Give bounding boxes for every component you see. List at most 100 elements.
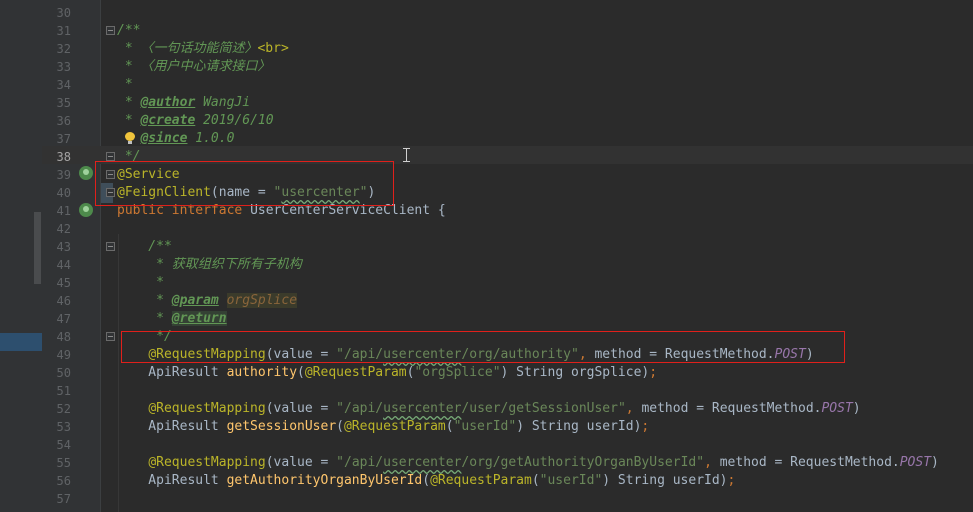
line-number: 46 <box>56 294 71 308</box>
code-token: ) String orgSplice) <box>500 365 650 380</box>
code-line[interactable]: 57 <box>0 490 973 508</box>
code-text[interactable]: * @author WangJi <box>117 94 250 112</box>
code-token: ) String userId) <box>602 473 728 488</box>
code-line[interactable]: 37 @since 1.0.0 <box>0 130 973 148</box>
code-token: "userId" <box>539 473 603 488</box>
code-text[interactable]: * <box>117 274 164 292</box>
code-token: * <box>117 293 172 308</box>
code-text[interactable]: ApiResult getAuthorityOrganByUserId(@Req… <box>117 472 735 490</box>
code-token: (value = <box>265 401 337 416</box>
code-line[interactable]: 34 * <box>0 76 973 94</box>
code-token: POST <box>821 401 853 416</box>
code-line[interactable]: 53 ApiResult getSessionUser(@RequestPara… <box>0 418 973 436</box>
line-number: 54 <box>56 438 71 452</box>
line-number: 50 <box>56 366 71 380</box>
code-text[interactable]: @RequestMapping(value = "/api/usercenter… <box>117 400 860 418</box>
code-text[interactable]: @RequestMapping(value = "/api/usercenter… <box>117 454 939 472</box>
code-token: "orgSplice" <box>414 365 501 380</box>
code-token: @RequestParam <box>304 365 407 380</box>
code-token: * <box>117 95 141 110</box>
code-text[interactable]: * 〈一句话功能简述〉<br> <box>117 40 289 58</box>
code-token: * 获取组织下所有子机构 <box>117 257 302 272</box>
code-line[interactable]: 32 * 〈一句话功能简述〉<br> <box>0 40 973 58</box>
code-token: ( <box>336 419 344 434</box>
code-text[interactable]: ApiResult authority(@RequestParam("orgSp… <box>117 364 657 382</box>
code-line[interactable]: 50 ApiResult authority(@RequestParam("or… <box>0 364 973 382</box>
code-line[interactable]: 54 <box>0 436 973 454</box>
line-number: 39 <box>56 168 71 182</box>
code-token: "/api/ <box>336 401 384 416</box>
code-line[interactable]: 42 <box>0 220 973 238</box>
fold-icon[interactable] <box>106 242 115 251</box>
code-token: , <box>704 455 720 470</box>
code-token: method = RequestMethod. <box>641 401 822 416</box>
line-number: 43 <box>56 240 71 254</box>
code-token: usercenter <box>383 401 462 416</box>
code-token: (value = <box>265 455 337 470</box>
code-token: /** <box>117 239 172 254</box>
code-token: * <box>117 311 172 326</box>
code-token: POST <box>899 455 932 470</box>
code-text[interactable]: /** <box>117 238 172 256</box>
code-text[interactable]: * 〈用户中心请求接口〉 <box>117 58 271 76</box>
line-number: 38 <box>56 150 71 164</box>
code-line[interactable]: 56 ApiResult getAuthorityOrganByUserId(@… <box>0 472 973 490</box>
code-line[interactable]: 30 <box>0 4 973 22</box>
code-token: ( <box>531 473 540 488</box>
code-line[interactable]: 44 * 获取组织下所有子机构 <box>0 256 973 274</box>
code-text[interactable]: * @return <box>117 310 227 328</box>
line-number: 45 <box>56 276 71 290</box>
fold-icon[interactable] <box>106 152 115 161</box>
code-text[interactable]: ApiResult getSessionUser(@RequestParam("… <box>117 418 649 436</box>
code-token: ; <box>649 365 658 380</box>
line-number: 55 <box>56 456 71 470</box>
code-line[interactable]: 31 /** <box>0 22 973 40</box>
code-text[interactable]: * 获取组织下所有子机构 <box>117 256 302 274</box>
code-line[interactable]: 52 @RequestMapping(value = "/api/usercen… <box>0 400 973 418</box>
code-line[interactable]: 45 * <box>0 274 973 292</box>
code-token: ) String userId) <box>516 419 642 434</box>
code-token: @param <box>171 293 219 308</box>
code-token: @RequestMapping <box>148 401 266 416</box>
code-line[interactable]: 43 /** <box>0 238 973 256</box>
code-token: getSessionUser <box>226 419 337 434</box>
code-token: usercenter <box>383 455 462 470</box>
code-text[interactable]: * @param orgSplice <box>117 292 298 310</box>
code-text[interactable]: /** <box>117 22 140 40</box>
line-number: 32 <box>56 42 71 56</box>
code-token: 1.0.0 <box>187 131 235 146</box>
code-line[interactable]: 35 * @author WangJi <box>0 94 973 112</box>
code-text[interactable]: * <box>117 76 133 94</box>
interface-implemented-icon[interactable] <box>79 203 93 217</box>
line-number: 31 <box>56 24 71 38</box>
code-line[interactable]: 46 * @param orgSplice <box>0 292 973 310</box>
code-token: /org/getAuthorityOrganByUserId" <box>461 455 705 470</box>
intention-bulb-icon[interactable] <box>125 132 135 144</box>
code-line[interactable]: 36 * @create 2019/6/10 <box>0 112 973 130</box>
line-number: 57 <box>56 492 71 506</box>
fold-icon[interactable] <box>106 332 115 341</box>
line-number: 56 <box>56 474 71 488</box>
code-token: @RequestParam <box>343 419 446 434</box>
code-token: @RequestParam <box>430 473 532 488</box>
line-number: 30 <box>56 6 71 20</box>
code-token: @since <box>140 131 188 146</box>
code-token: @create <box>140 113 196 128</box>
code-line[interactable]: 47 * @return <box>0 310 973 328</box>
code-token: 2019/6/10 <box>195 113 274 128</box>
code-text[interactable]: * @create 2019/6/10 <box>117 112 274 130</box>
line-number: 52 <box>56 402 71 416</box>
code-token: ; <box>641 419 650 434</box>
fold-icon[interactable] <box>106 26 115 35</box>
code-line[interactable]: 33 * 〈用户中心请求接口〉 <box>0 58 973 76</box>
code-token: WangJi <box>195 95 251 110</box>
code-token: method = RequestMethod. <box>719 455 900 470</box>
code-token: ApiResult <box>117 473 227 488</box>
spring-bean-icon[interactable] <box>79 166 93 180</box>
line-number: 36 <box>56 114 71 128</box>
line-number: 53 <box>56 420 71 434</box>
code-line[interactable]: 51 <box>0 382 973 400</box>
code-line[interactable]: 55 @RequestMapping(value = "/api/usercen… <box>0 454 973 472</box>
code-token: ) <box>931 455 939 470</box>
